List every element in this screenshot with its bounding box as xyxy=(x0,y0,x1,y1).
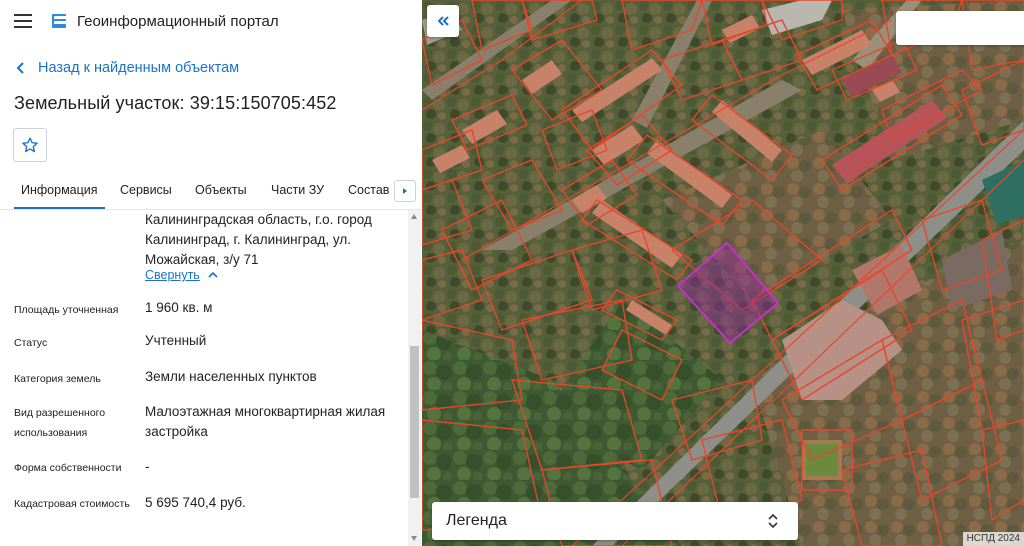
tab-bar: Информация Сервисы Объекты Части ЗУ Сост… xyxy=(0,172,422,210)
aerial-map[interactable] xyxy=(422,0,1024,546)
info-row-label: Площадь уточненная xyxy=(14,304,119,316)
info-scrollbar[interactable] xyxy=(408,210,421,546)
tabs-scroll-right-button[interactable] xyxy=(394,180,416,202)
tab-land-parts[interactable]: Части ЗУ xyxy=(271,172,324,209)
tab-services[interactable]: Сервисы xyxy=(120,172,172,209)
portal-logo-icon xyxy=(52,14,66,28)
info-row-label: Вид разрешенного использования xyxy=(14,407,106,439)
star-icon xyxy=(22,137,38,153)
info-row-value: 5 695 740,4 руб. xyxy=(145,495,246,510)
map-search-box[interactable] xyxy=(896,11,1024,45)
info-row-label: Категория земель xyxy=(14,373,101,385)
info-row-value: 1 960 кв. м xyxy=(145,300,213,315)
object-title: Земельный участок: 39:15:150705:452 xyxy=(14,93,337,113)
favorite-button[interactable] xyxy=(13,128,47,162)
tab-composition[interactable]: Состав xyxy=(348,172,389,209)
info-row-label: Кадастровая стоимость xyxy=(14,498,130,510)
info-row-value: Земли населенных пунктов xyxy=(145,369,317,384)
app-header: Геоинформационный портал xyxy=(0,0,422,44)
back-to-results-link[interactable]: Назад к найденным объектам xyxy=(14,60,239,76)
chevron-left-icon xyxy=(16,62,24,74)
scroll-up-icon[interactable] xyxy=(411,214,417,219)
info-row-value: Малоэтажная многоквартирная жилая застро… xyxy=(145,404,386,439)
collapse-label: Свернуть xyxy=(145,268,200,282)
expand-toggle-icon xyxy=(768,513,778,529)
menu-icon[interactable] xyxy=(14,14,32,28)
collapse-address-link[interactable]: Свернуть xyxy=(145,268,218,282)
info-content: Калининградская область, г.о. город Кали… xyxy=(0,210,408,546)
legend-label: Легенда xyxy=(446,512,507,529)
map-attribution: НСПД 2024 xyxy=(962,532,1024,546)
back-link-label: Назад к найденным объектам xyxy=(38,60,240,76)
tab-information[interactable]: Информация xyxy=(14,172,105,209)
info-row-label: Статус xyxy=(14,337,48,349)
tab-objects[interactable]: Объекты xyxy=(195,172,247,209)
info-panel: Геоинформационный портал Назад к найденн… xyxy=(0,0,422,546)
app-title: Геоинформационный портал xyxy=(77,13,279,30)
map-view[interactable] xyxy=(422,0,1024,546)
scroll-down-icon[interactable] xyxy=(411,536,417,541)
info-row-value: - xyxy=(145,459,150,474)
info-row-label: Форма собственности xyxy=(14,462,122,474)
double-chevron-left-icon xyxy=(437,16,449,26)
info-row-value: Учтенный xyxy=(145,333,207,348)
legend-dropdown[interactable]: Легенда xyxy=(432,502,798,540)
scrollbar-thumb[interactable] xyxy=(410,346,419,498)
address-value: Калининградская область, г.о. город Кали… xyxy=(145,212,372,267)
collapse-panel-button[interactable] xyxy=(427,5,459,37)
chevron-up-icon xyxy=(208,271,218,278)
chevron-right-icon xyxy=(403,188,407,194)
